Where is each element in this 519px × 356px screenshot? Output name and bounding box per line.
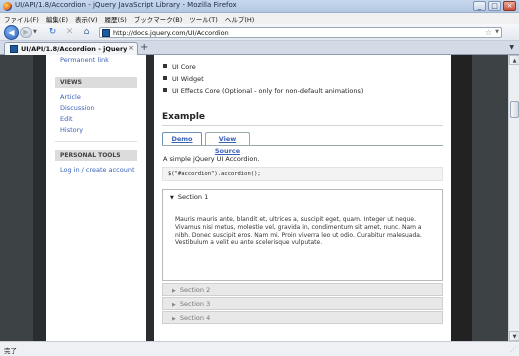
dependency-label: UI Core	[172, 63, 196, 71]
vertical-scrollbar[interactable]: ▲ ▼	[508, 55, 519, 341]
maximize-button[interactable]: □	[488, 1, 501, 11]
page-background-right	[472, 55, 508, 341]
accordion: ▼ Section 1 Mauris mauris ante, blandit e…	[162, 189, 443, 281]
history-dropdown-icon[interactable]: ▼	[33, 29, 37, 35]
stop-icon[interactable]: ✕	[64, 27, 75, 38]
scroll-down-icon[interactable]: ▼	[509, 331, 519, 341]
menu-view[interactable]: 表示(V)	[75, 14, 98, 24]
personal-tools-heading: PERSONAL TOOLS	[55, 150, 137, 161]
tab-bar: UI/API/1.8/Accordion - jQuery Ja... × + …	[0, 41, 519, 55]
new-tab-icon[interactable]: +	[140, 42, 148, 53]
page-viewport: Permanent link VIEWS Article Discussion …	[0, 55, 508, 341]
triangle-right-icon: ▶	[172, 288, 176, 294]
window-title: UI/API/1.8/Accordion - jQuery JavaScript…	[15, 1, 237, 9]
dependency-item: UI Core	[163, 63, 196, 71]
back-button[interactable]: ◀	[4, 25, 19, 40]
accordion-header-label: Section 2	[179, 286, 211, 294]
accordion-header-section-4[interactable]: ▶ Section 4	[162, 311, 443, 324]
menu-bar: ファイル(F) 編集(E) 表示(V) 履歴(S) ブックマーク(B) ツール(…	[0, 13, 519, 24]
status-text: 完了	[4, 347, 17, 355]
url-bar[interactable]: http://docs.jquery.com/UI/Accordion ☆ ▼	[99, 27, 502, 38]
sidebar-link-discussion[interactable]: Discussion	[60, 104, 95, 112]
bullet-icon	[163, 76, 167, 80]
reload-icon[interactable]: ↻	[47, 27, 58, 38]
code-snippet: $("#accordion").accordion();	[162, 167, 443, 181]
menu-history[interactable]: 履歴(S)	[105, 14, 127, 24]
accordion-header-section-2[interactable]: ▶ Section 2	[162, 283, 443, 296]
bullet-icon	[163, 64, 167, 68]
tab-favicon-icon	[10, 45, 18, 53]
menu-file[interactable]: ファイル(F)	[4, 14, 39, 24]
triangle-right-icon: ▶	[172, 302, 176, 308]
dependency-label: UI Effects Core (Optional - only for non…	[172, 87, 364, 95]
triangle-right-icon: ▶	[172, 316, 176, 322]
main-content: UI Core UI Widget UI Effects Core (Optio…	[154, 55, 451, 341]
tab-label: UI/API/1.8/Accordion - jQuery Ja...	[21, 45, 127, 53]
example-heading: Example	[162, 112, 206, 122]
dependency-item: UI Widget	[163, 75, 204, 83]
accordion-panel-text: Mauris mauris ante, blandit et, ultrices…	[175, 216, 422, 247]
accordion-header-section-1[interactable]: ▼ Section 1	[163, 190, 442, 204]
menu-edit[interactable]: 編集(E)	[46, 14, 68, 24]
bookmark-star-icon[interactable]: ☆	[485, 28, 492, 37]
resize-grip-icon[interactable]: ⋰	[510, 346, 516, 353]
url-dropdown-icon[interactable]: ▼	[495, 29, 499, 35]
sidebar-link-history[interactable]: History	[60, 126, 83, 134]
sidebar-link-article[interactable]: Article	[60, 93, 81, 101]
login-link[interactable]: Log in / create account	[60, 166, 135, 174]
sidebar-divider	[55, 141, 137, 142]
column-separator	[146, 55, 154, 341]
tabs-rule	[162, 145, 443, 146]
accordion-header-label: Section 3	[179, 300, 211, 308]
tab-view-source[interactable]: View Source	[205, 132, 250, 155]
dependency-label: UI Widget	[172, 75, 204, 83]
heading-rule	[162, 125, 443, 126]
url-text[interactable]: http://docs.jquery.com/UI/Accordion	[113, 29, 229, 37]
accordion-header-section-3[interactable]: ▶ Section 3	[162, 297, 443, 310]
window-titlebar: UI/API/1.8/Accordion - jQuery JavaScript…	[0, 0, 519, 13]
page-background-left	[0, 55, 33, 341]
accordion-header-label: Section 1	[177, 193, 209, 201]
close-button[interactable]: ×	[503, 1, 516, 11]
menu-tools[interactable]: ツール(T)	[189, 14, 218, 24]
tab-list-icon[interactable]: ▼	[509, 44, 514, 51]
accordion-header-label: Section 4	[179, 314, 211, 322]
firefox-icon	[3, 2, 12, 11]
home-icon[interactable]: ⌂	[81, 27, 92, 38]
scroll-up-icon[interactable]: ▲	[509, 55, 519, 65]
menu-bookmarks[interactable]: ブックマーク(B)	[134, 14, 183, 24]
menu-help[interactable]: ヘルプ(H)	[225, 14, 254, 24]
dependency-item: UI Effects Core (Optional - only for non…	[163, 87, 363, 95]
views-heading: VIEWS	[55, 77, 137, 88]
tab-close-icon[interactable]: ×	[128, 44, 134, 52]
scrollbar-thumb[interactable]	[510, 101, 519, 118]
window-controls: _ □ ×	[473, 1, 516, 11]
tab-demo[interactable]: Demo	[162, 132, 202, 145]
minimize-button[interactable]: _	[473, 1, 486, 11]
demo-description: A simple jQuery UI Accordion.	[163, 155, 260, 163]
sidebar-link-edit[interactable]: Edit	[60, 115, 73, 123]
page-gutter-left	[33, 55, 46, 341]
page-gutter-right	[451, 55, 472, 341]
forward-button[interactable]: ▶	[20, 27, 32, 38]
status-bar: 完了 ⋰	[0, 341, 519, 356]
sidebar: Permanent link VIEWS Article Discussion …	[46, 55, 146, 341]
tab-accordion[interactable]: UI/API/1.8/Accordion - jQuery Ja... ×	[4, 42, 138, 55]
site-favicon-icon	[102, 29, 110, 37]
navigation-toolbar: ◀ ▶ ▼ ↻ ✕ ⌂ http://docs.jquery.com/UI/Ac…	[0, 24, 519, 41]
triangle-down-icon: ▼	[170, 195, 174, 201]
permanent-link[interactable]: Permanent link	[60, 56, 109, 64]
bullet-icon	[163, 88, 167, 92]
